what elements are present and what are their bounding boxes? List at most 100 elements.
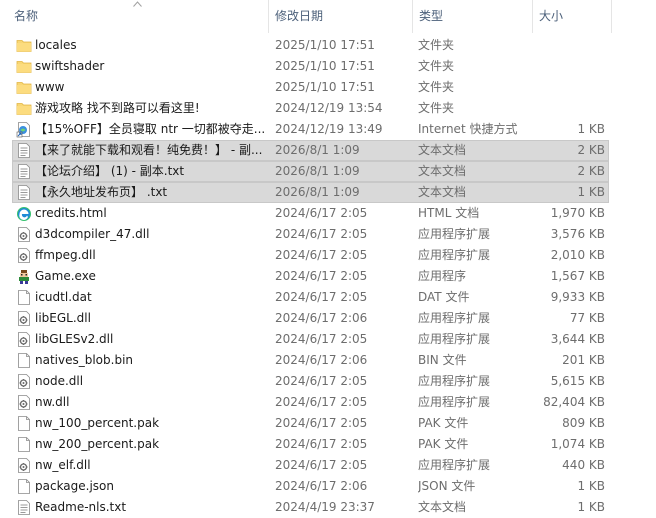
file-size: 201 KB: [562, 353, 605, 367]
file-row[interactable]: Game.exe 2024/6/17 2:05 应用程序 1,567 KB: [12, 266, 609, 287]
file-type: 应用程序扩展: [418, 227, 491, 241]
file-type: DAT 文件: [418, 290, 470, 304]
file-name: d3dcompiler_47.dll: [35, 227, 150, 241]
column-header-date-label: 修改日期: [275, 9, 324, 23]
file-row[interactable]: nw_200_percent.pak 2024/6/17 2:05 PAK 文件 1,…: [12, 434, 609, 455]
file-row[interactable]: 【永久地址发布页】 .txt 2026/8/1 1:09 文本文档 1 KB: [12, 182, 609, 203]
column-header-size[interactable]: 大小: [534, 0, 610, 33]
text-file-icon: [16, 499, 32, 516]
text-file-icon: [16, 142, 32, 159]
blank-file-icon: [16, 352, 32, 369]
file-row[interactable]: libGLESv2.dll 2024/6/17 2:05 应用程序扩展 3,644 K…: [12, 329, 609, 350]
blank-file-icon: [16, 289, 32, 306]
folder-icon: [16, 37, 32, 54]
file-row[interactable]: Readme-nls.txt 2024/4/19 23:37 文本文档 1 KB: [12, 497, 609, 518]
file-modified-date: 2024/6/17 2:05: [275, 416, 368, 430]
file-row[interactable]: ffmpeg.dll 2024/6/17 2:05 应用程序扩展 2,010 KB: [12, 245, 609, 266]
file-name: 【来了就能下载和观看！纯免费！】 - 副...: [35, 143, 263, 157]
file-size: 1,567 KB: [550, 269, 605, 283]
file-size: 2,010 KB: [550, 248, 605, 262]
file-type: 文本文档: [418, 500, 467, 514]
column-divider[interactable]: [532, 0, 533, 33]
file-row[interactable]: swiftshader 2025/1/10 17:51 文件夹: [12, 56, 609, 77]
column-header-type-label: 类型: [419, 9, 444, 23]
file-modified-date: 2024/6/17 2:05: [275, 248, 368, 262]
folder-icon: [16, 100, 32, 117]
file-name: node.dll: [35, 374, 84, 388]
file-size: 2 KB: [577, 164, 605, 178]
file-name: credits.html: [35, 206, 107, 220]
game-exe-icon: [16, 268, 32, 285]
file-row[interactable]: nw_elf.dll 2024/6/17 2:05 应用程序扩展 440 KB: [12, 455, 609, 476]
file-name: icudtl.dat: [35, 290, 92, 304]
file-modified-date: 2024/6/17 2:05: [275, 227, 368, 241]
file-type: 应用程序扩展: [418, 311, 491, 325]
file-type: 文件夹: [418, 80, 455, 94]
file-size: 77 KB: [569, 311, 605, 325]
blank-file-icon: [16, 415, 32, 432]
file-type: BIN 文件: [418, 353, 467, 367]
text-file-icon: [16, 163, 32, 180]
file-row[interactable]: natives_blob.bin 2024/6/17 2:06 BIN 文件 201 …: [12, 350, 609, 371]
file-row[interactable]: icudtl.dat 2024/6/17 2:05 DAT 文件 9,933 KB: [12, 287, 609, 308]
file-name: Readme-nls.txt: [35, 500, 127, 514]
internet-shortcut-icon: [16, 121, 32, 138]
file-row[interactable]: 【论坛介绍】 (1) - 副本.txt 2026/8/1 1:09 文本文档 2 KB: [12, 161, 609, 182]
file-modified-date: 2026/8/1 1:09: [275, 143, 360, 157]
file-name: 【永久地址发布页】 .txt: [35, 185, 168, 199]
file-modified-date: 2024/6/17 2:05: [275, 290, 368, 304]
column-divider[interactable]: [412, 0, 413, 33]
file-modified-date: 2024/6/17 2:06: [275, 311, 368, 325]
file-modified-date: 2024/6/17 2:05: [275, 395, 368, 409]
dll-file-icon: [16, 373, 32, 390]
file-type: HTML 文档: [418, 206, 480, 220]
file-name: 【15%OFF】全员寝取 ntr 一切都被夺走...: [35, 122, 265, 136]
file-type: Internet 快捷方式: [418, 122, 518, 136]
file-row[interactable]: package.json 2024/6/17 2:06 JSON 文件 1 KB: [12, 476, 609, 497]
file-name: Game.exe: [35, 269, 96, 283]
file-row[interactable]: www 2025/1/10 17:51 文件夹: [12, 77, 609, 98]
file-type: 应用程序扩展: [418, 332, 491, 346]
column-divider[interactable]: [611, 0, 612, 33]
file-modified-date: 2024/6/17 2:05: [275, 437, 368, 451]
file-row[interactable]: locales 2025/1/10 17:51 文件夹: [12, 35, 609, 56]
file-row[interactable]: nw_100_percent.pak 2024/6/17 2:05 PAK 文件 80…: [12, 413, 609, 434]
file-row[interactable]: d3dcompiler_47.dll 2024/6/17 2:05 应用程序扩展 3,…: [12, 224, 609, 245]
file-row[interactable]: 【来了就能下载和观看！纯免费！】 - 副... 2026/8/1 1:09 文本文档…: [12, 140, 609, 161]
file-name: 游戏攻略 找不到路可以看这里!: [35, 101, 200, 115]
file-name: package.json: [35, 479, 115, 493]
file-type: 文件夹: [418, 101, 455, 115]
file-row[interactable]: 游戏攻略 找不到路可以看这里! 2024/12/19 13:54 文件夹: [12, 98, 609, 119]
file-modified-date: 2025/1/10 17:51: [275, 59, 375, 73]
dll-file-icon: [16, 457, 32, 474]
file-row[interactable]: node.dll 2024/6/17 2:05 应用程序扩展 5,615 KB: [12, 371, 609, 392]
edge-html-icon: [16, 205, 32, 222]
file-modified-date: 2025/1/10 17:51: [275, 80, 375, 94]
folder-icon: [16, 58, 32, 75]
column-header-name-label: 名称: [14, 9, 39, 23]
column-divider[interactable]: [268, 0, 269, 33]
file-name: libEGL.dll: [35, 311, 91, 325]
file-modified-date: 2025/1/10 17:51: [275, 38, 375, 52]
file-size: 1,074 KB: [550, 437, 605, 451]
column-header-type[interactable]: 类型: [414, 0, 531, 33]
file-name: nw_200_percent.pak: [35, 437, 160, 451]
file-size: [533, 98, 605, 119]
file-modified-date: 2026/8/1 1:09: [275, 185, 360, 199]
file-modified-date: 2024/6/17 2:06: [275, 479, 368, 493]
file-type: 应用程序扩展: [418, 458, 491, 472]
file-size: 9,933 KB: [550, 290, 605, 304]
column-header-date[interactable]: 修改日期: [270, 0, 410, 33]
file-type: 文件夹: [418, 38, 455, 52]
file-row[interactable]: 【15%OFF】全员寝取 ntr 一切都被夺走... 2024/12/19 13:…: [12, 119, 609, 140]
column-header-name[interactable]: 名称: [9, 0, 267, 33]
file-row[interactable]: nw.dll 2024/6/17 2:05 应用程序扩展 82,404 KB: [12, 392, 609, 413]
file-size: 3,576 KB: [550, 227, 605, 241]
file-row[interactable]: credits.html 2024/6/17 2:05 HTML 文档 1,970 K…: [12, 203, 609, 224]
file-row[interactable]: libEGL.dll 2024/6/17 2:06 应用程序扩展 77 KB: [12, 308, 609, 329]
file-size: 1 KB: [577, 479, 605, 493]
file-type: 应用程序扩展: [418, 374, 491, 388]
dll-file-icon: [16, 331, 32, 348]
blank-file-icon: [16, 478, 32, 495]
blank-file-icon: [16, 436, 32, 453]
